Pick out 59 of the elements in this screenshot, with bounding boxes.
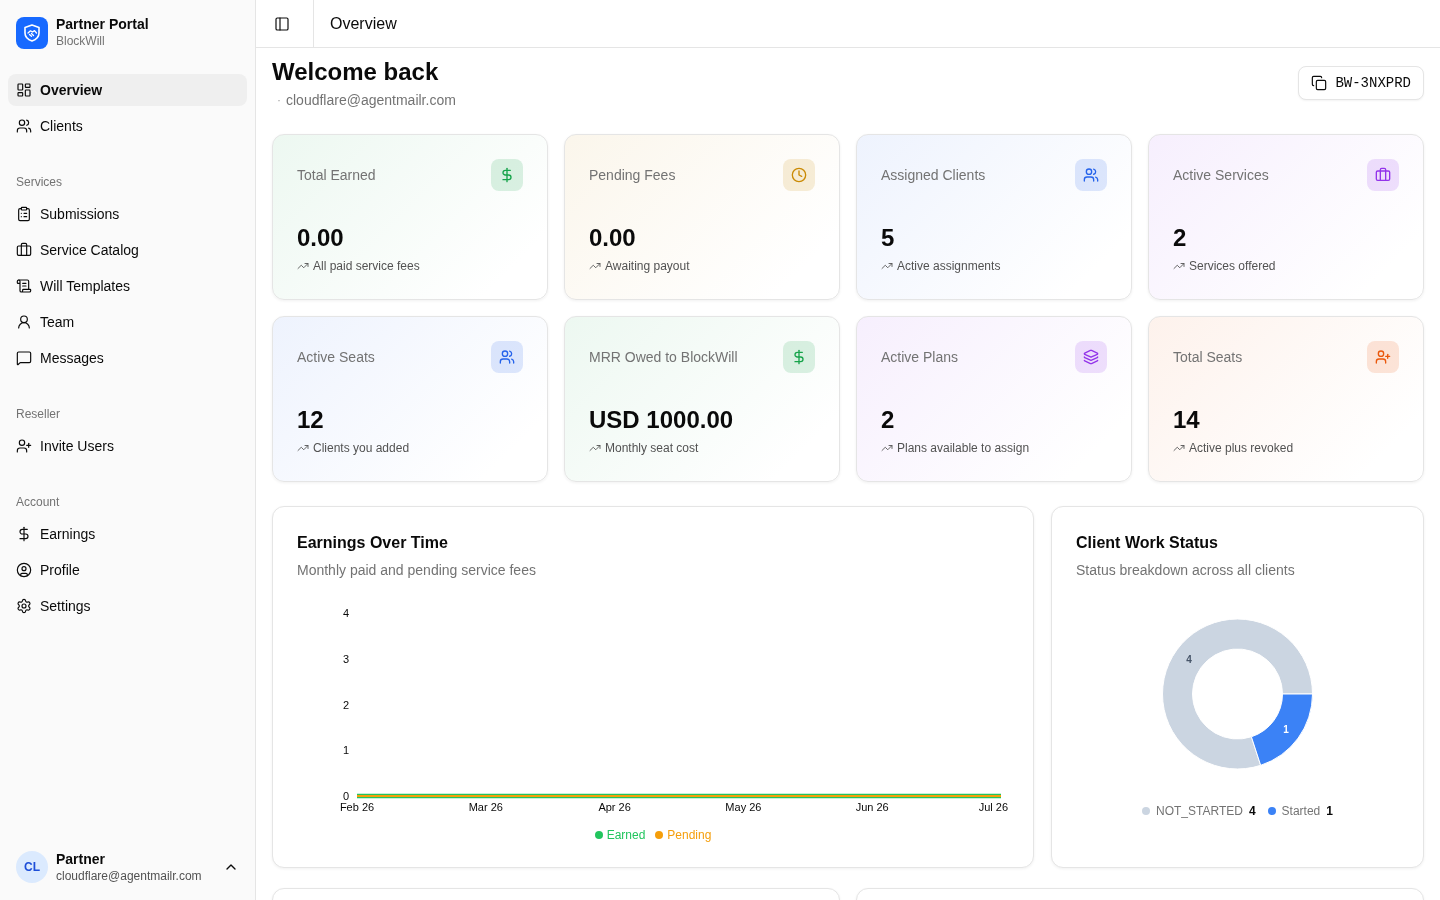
stat-value: 0.00 — [589, 223, 637, 253]
welcome-heading: Welcome back — [272, 57, 440, 87]
stat-label: Active Services — [1173, 167, 1269, 183]
stat-note: Services offered — [1189, 258, 1276, 274]
separator-dot: · — [277, 92, 281, 109]
legend-label: Earned — [606, 827, 646, 843]
stat-note: Awaiting payout — [605, 258, 690, 274]
brand-title: Partner Portal — [56, 16, 149, 33]
nav-group-label: Reseller — [15, 406, 61, 423]
stat-note: Active plus revoked — [1189, 440, 1294, 456]
stat-note: Clients you added — [313, 440, 410, 456]
chart-title: Earnings Over Time — [297, 533, 449, 553]
axis-tick-label: 2 — [342, 698, 349, 711]
nav-group-label: Account — [15, 494, 61, 511]
stat-note: Active assignments — [897, 258, 1001, 274]
axis-tick-label: 3 — [342, 652, 349, 665]
stat-value: 5 — [881, 223, 896, 253]
stat-label: Active Seats — [297, 349, 375, 365]
stat-value: 2 — [881, 405, 896, 435]
stat-label: Assigned Clients — [881, 167, 986, 183]
stat-value: 0.00 — [297, 223, 345, 253]
axis-tick-label: Apr 26 — [598, 801, 631, 813]
stat-label: MRR Owed to BlockWill — [589, 349, 738, 365]
stat-note: Plans available to assign — [897, 440, 1030, 456]
user-email: cloudflare@agentmailr.com — [56, 868, 202, 884]
brand-subtitle: BlockWill — [56, 33, 106, 50]
stat-label: Total Seats — [1173, 349, 1243, 365]
account-email: cloudflare@agentmailr.com — [286, 91, 456, 110]
chart-subtitle: Status breakdown across all clients — [1076, 561, 1296, 580]
axis-tick-label: 1 — [342, 744, 349, 757]
nav-group-label: Services — [15, 174, 63, 191]
axis-tick-label: Feb 26 — [339, 801, 375, 813]
stat-value: 14 — [1173, 405, 1201, 435]
axis-tick-label: May 26 — [725, 801, 762, 813]
legend-label: Pending — [667, 827, 712, 843]
axis-tick-label: Jun 26 — [855, 801, 889, 813]
axis-tick-label: 4 — [342, 607, 349, 619]
legend-label: Started — [1281, 803, 1321, 819]
axis-tick-label: Jul 26 — [978, 801, 1008, 813]
axis-tick-label: 0 — [342, 790, 349, 802]
stat-value: 2 — [1173, 223, 1188, 253]
stat-label: Pending Fees — [589, 167, 676, 183]
legend-count: 4 — [1248, 803, 1256, 819]
stat-note: All paid service fees — [313, 258, 420, 274]
legend-label: NOT_STARTED — [1156, 803, 1243, 819]
axis-tick-label: Mar 26 — [468, 801, 503, 813]
stat-value: 12 — [297, 405, 325, 435]
stat-label: Total Earned — [297, 167, 376, 183]
stat-value: USD 1000.00 — [589, 405, 735, 435]
stat-label: Active Plans — [881, 349, 959, 365]
chart-title: Client Work Status — [1076, 533, 1219, 553]
legend-count: 1 — [1326, 803, 1333, 819]
page-title: Overview — [330, 14, 397, 33]
user-name: Partner — [56, 850, 107, 868]
user-avatar: CL — [16, 851, 48, 883]
stat-note: Monthly seat cost — [605, 440, 699, 456]
slice-value-label: 4 — [1186, 653, 1192, 665]
chart-subtitle: Monthly paid and pending service fees — [297, 561, 537, 580]
slice-value-label: 1 — [1283, 724, 1289, 736]
